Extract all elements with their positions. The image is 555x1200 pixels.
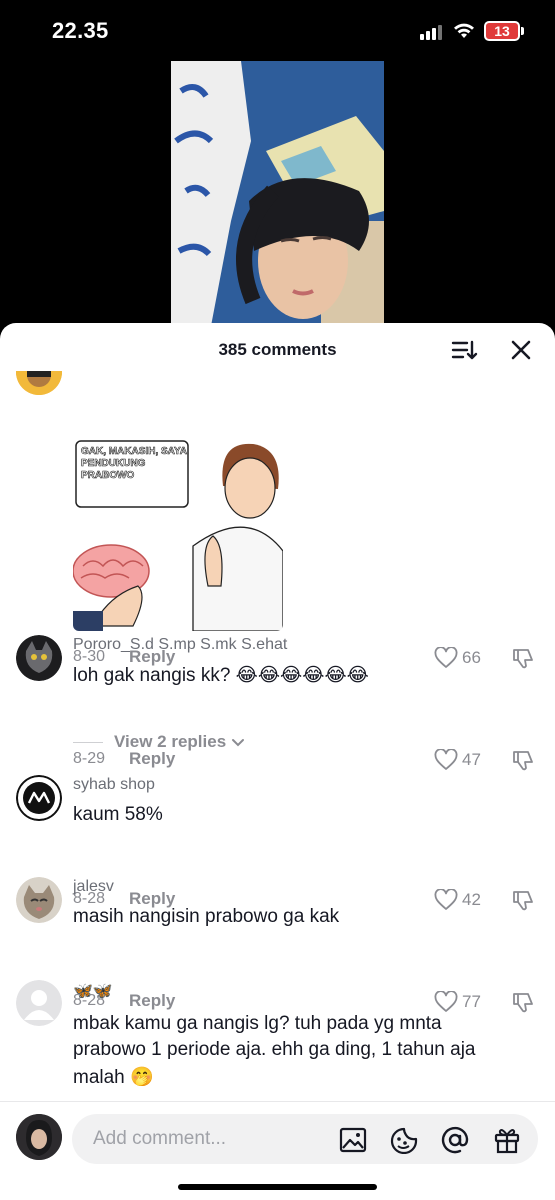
avatar[interactable] <box>16 877 62 923</box>
chevron-down-icon <box>231 738 244 746</box>
reply-button[interactable]: Reply <box>129 749 175 769</box>
cellular-signal-icon <box>420 24 444 40</box>
default-avatar-icon <box>16 980 62 1026</box>
sort-icon[interactable] <box>450 337 478 363</box>
comment-date: 8-29 <box>73 750 106 767</box>
dislike-icon[interactable] <box>512 889 536 911</box>
comment-username[interactable]: 🦋🦋 <box>73 981 113 1001</box>
emoji-icon[interactable] <box>389 1126 419 1154</box>
comment-username[interactable]: Pororo_S.d S.mp S.mk S.ehat <box>73 636 287 654</box>
comment-meme-image[interactable]: GAK, MAKASIH, SAYA PENDUKUNG PRABOWO <box>73 436 283 631</box>
avatar-image <box>16 635 62 681</box>
battery-cap <box>521 27 524 35</box>
avatar-image <box>16 371 62 395</box>
comment-input-placeholder: Add comment... <box>93 1128 227 1149</box>
dislike-icon[interactable] <box>512 991 536 1013</box>
image-icon[interactable] <box>338 1126 368 1154</box>
like-count: 42 <box>462 890 481 909</box>
status-bar: 22.35 13 <box>0 0 555 60</box>
avatar-image <box>16 877 62 923</box>
comment-text: kaum 58% <box>73 804 163 825</box>
avatar[interactable] <box>16 980 62 1026</box>
gift-icon[interactable] <box>492 1126 522 1154</box>
comment-username[interactable]: syhab shop <box>73 776 155 794</box>
close-icon[interactable] <box>508 337 534 363</box>
avatar[interactable] <box>16 635 62 681</box>
heart-icon[interactable] <box>434 647 458 669</box>
view-replies-button[interactable]: View 2 replies <box>114 732 245 752</box>
comment-username[interactable]: jalesv <box>73 878 114 896</box>
comment-text-line: mbak kamu ga nangis lg? tuh pada yg mnta <box>73 1013 442 1034</box>
comment-composer: Add comment... <box>0 1101 555 1200</box>
comment-text: masih nangisin prabowo ga kak <box>73 906 340 927</box>
comments-sheet: 385 comments GAK, MAKASIH, SAYA PENDUKUN… <box>0 323 555 1200</box>
view-replies-label: View 2 replies <box>114 732 227 751</box>
comment-list[interactable]: GAK, MAKASIH, SAYA PENDUKUNG PRABOWO 8-3… <box>0 371 555 1101</box>
reply-button[interactable]: Reply <box>129 991 175 1011</box>
my-avatar[interactable] <box>16 1114 62 1160</box>
avatar[interactable] <box>16 371 62 395</box>
avatar-image <box>16 775 62 821</box>
comments-header: 385 comments <box>0 323 555 375</box>
wifi-icon <box>454 23 474 38</box>
heart-icon[interactable] <box>434 991 458 1013</box>
meme-caption: GAK, MAKASIH, SAYA PENDUKUNG PRABOWO <box>81 446 187 482</box>
comment-input[interactable]: Add comment... <box>72 1114 538 1164</box>
comment-text-line: prabowo 1 periode aja. ehh ga ding, 1 ta… <box>73 1039 476 1060</box>
status-time: 22.35 <box>52 18 109 43</box>
like-count: 66 <box>462 648 481 667</box>
dislike-icon[interactable] <box>512 647 536 669</box>
comment-text: loh gak nangis kk? 😂😂😂😂😂😂 <box>73 665 369 686</box>
battery-indicator: 13 <box>484 21 520 41</box>
at-icon[interactable] <box>440 1126 470 1154</box>
video-frame-illustration <box>171 61 384 326</box>
replies-divider <box>73 742 103 743</box>
avatar[interactable] <box>16 775 62 821</box>
my-avatar-image <box>16 1114 62 1160</box>
video-preview[interactable] <box>171 61 384 326</box>
dislike-icon[interactable] <box>512 749 536 771</box>
home-indicator <box>178 1184 377 1190</box>
like-count: 77 <box>462 992 481 1011</box>
comment-text-line: malah 🤭 <box>73 1067 154 1088</box>
heart-icon[interactable] <box>434 749 458 771</box>
like-count: 47 <box>462 750 481 769</box>
heart-icon[interactable] <box>434 889 458 911</box>
